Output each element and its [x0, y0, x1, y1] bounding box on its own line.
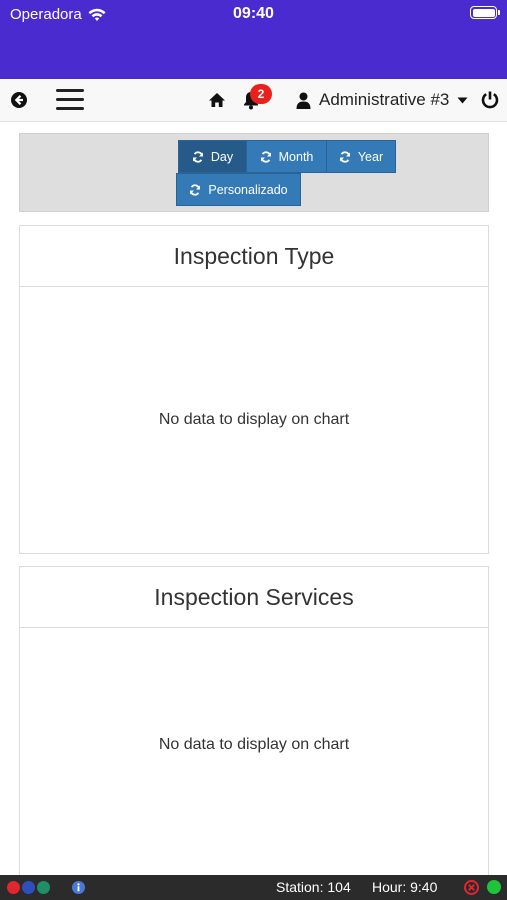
home-icon[interactable]: [208, 91, 226, 109]
bottom-status-bar: Station: 104 Hour: 9:40: [0, 875, 507, 900]
year-button[interactable]: Year: [326, 140, 396, 173]
hamburger-menu-icon[interactable]: [56, 89, 84, 111]
personalizado-button-label: Personalizado: [208, 182, 288, 197]
month-button-label: Month: [278, 149, 314, 164]
date-range-panel: Day Month Year Personalizado: [19, 133, 489, 212]
top-navbar: 2 Administrative #3: [0, 79, 507, 122]
power-icon[interactable]: [481, 90, 499, 110]
user-icon: [296, 92, 311, 109]
refresh-icon: [260, 150, 271, 163]
refresh-icon: [192, 150, 203, 163]
inspection-services-card: Inspection Services No data to display o…: [19, 566, 489, 875]
personalizado-button[interactable]: Personalizado: [176, 173, 301, 206]
status-dot-teal: [37, 881, 50, 894]
month-button[interactable]: Month: [246, 140, 327, 173]
user-menu[interactable]: Administrative #3: [296, 90, 468, 110]
error-icon[interactable]: [464, 880, 479, 895]
clock: 09:40: [233, 5, 274, 22]
refresh-icon: [190, 183, 201, 196]
caret-down-icon: [457, 97, 468, 103]
year-button-label: Year: [357, 149, 384, 164]
inspection-type-title: Inspection Type: [20, 226, 488, 287]
status-bar: Operadora 09:40: [0, 0, 507, 79]
day-button[interactable]: Day: [178, 140, 247, 173]
user-menu-label: Administrative #3: [319, 90, 450, 109]
status-dot-blue: [22, 881, 35, 894]
inspection-services-empty-message: No data to display on chart: [158, 736, 350, 753]
back-arrow-icon[interactable]: [10, 91, 28, 109]
inspection-type-card: Inspection Type No data to display on ch…: [19, 225, 489, 554]
status-dot-red: [7, 881, 20, 894]
battery-icon: [470, 6, 500, 19]
inspection-type-empty-message: No data to display on chart: [158, 411, 350, 428]
hour-label: Hour: 9:40: [372, 879, 438, 895]
station-label: Station: 104: [276, 879, 351, 895]
status-dot-green: [487, 880, 501, 894]
notification-count-badge: 2: [250, 84, 272, 104]
day-button-label: Day: [210, 149, 234, 164]
inspection-services-title: Inspection Services: [20, 567, 488, 628]
refresh-icon: [339, 150, 350, 163]
info-icon[interactable]: [72, 881, 85, 894]
